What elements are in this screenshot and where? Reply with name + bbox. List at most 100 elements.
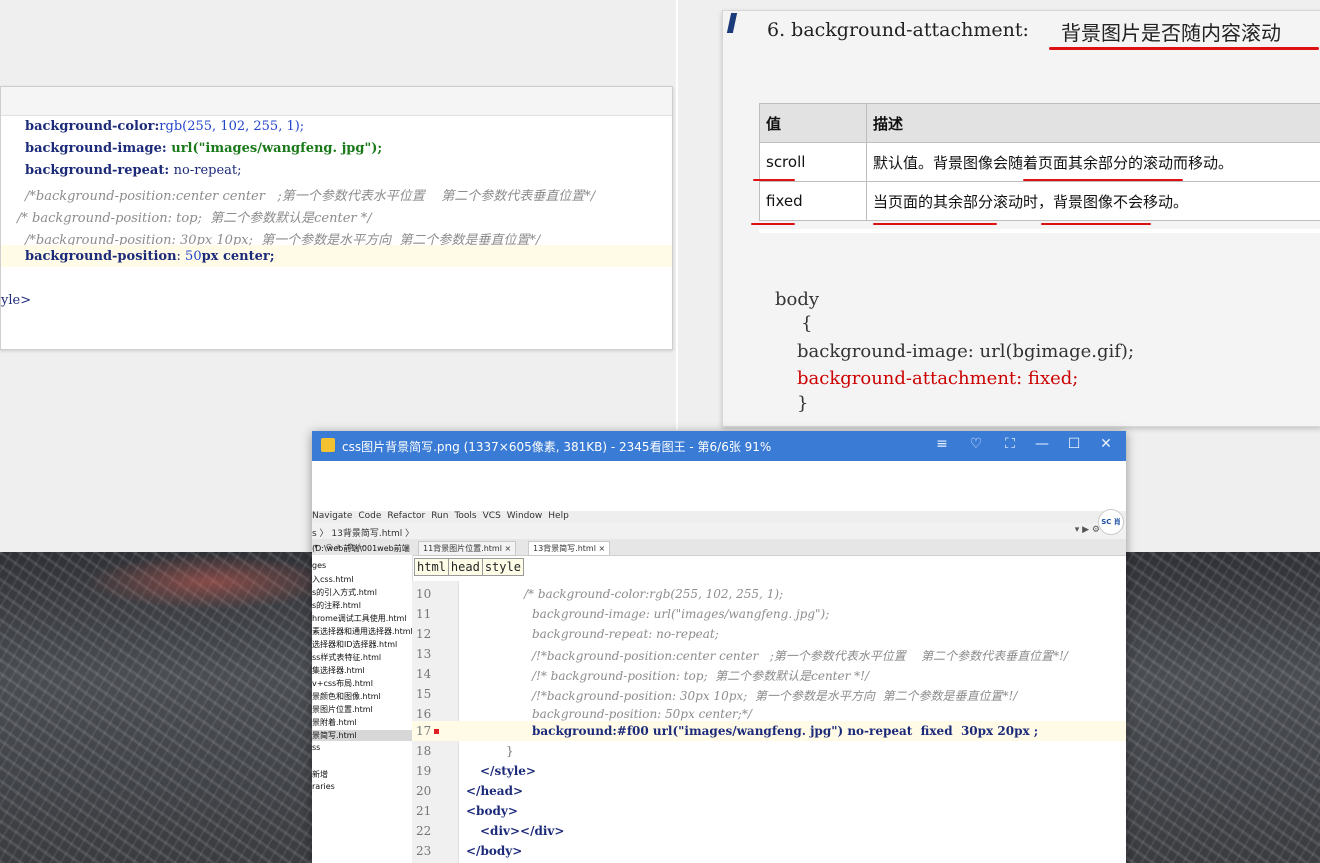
list-item[interactable]: 景附着.html [312,717,357,728]
run-controls-icon[interactable]: ▾ ▶ ⚙ [1075,525,1100,535]
skin-icon[interactable]: ♡ [966,436,986,452]
code-line: } [506,744,514,758]
breakpoint-icon[interactable] [434,729,439,734]
menu-item[interactable]: Help [548,511,569,521]
nav-bar: s 〉 13背景简写.html 〉 ▾ ▶ ⚙ SC 肖宇 [312,509,1126,550]
slide-code-line: background-attachment: fixed; [797,368,1079,389]
list-item[interactable]: hrome调试工具使用.html [312,613,407,624]
line-number: 14 [416,667,432,681]
list-item[interactable]: 集选择器.html [312,665,365,676]
menu-item[interactable]: Refactor [387,511,425,521]
slide-panel: 6. background-attachment: 背景图片是否随内容滚动 值 … [722,10,1320,427]
menu-item[interactable]: Tools [454,511,476,521]
tab-bg-position[interactable]: 11背景图片位置.html × [418,541,517,556]
avatar: SC 肖宇 [1098,509,1124,550]
code-line: background-repeat: no-repeat; [25,163,242,178]
code-line: /!*background-position:center center ;第一… [532,649,1068,663]
list-item[interactable]: 入css.html [312,574,354,585]
close-button[interactable]: ✕ [1096,436,1116,452]
code-line: /!*background-position: 30px 10px; 第一个参数… [532,689,1018,703]
table-row: scroll 默认值。背景图像会随着页面其余部分的滚动而移动。 [759,142,1320,182]
red-underline [873,223,997,225]
table-header: 描述 [866,103,1320,143]
table-cell: fixed [759,181,867,221]
red-underline [1023,179,1183,181]
menu-icon[interactable]: ≡ [932,436,952,452]
list-item[interactable]: ges [312,561,326,570]
tag-breadcrumb: html head style [414,556,524,576]
viewer-toolbar [312,461,1126,511]
editor-tabs: ▾ ⊙ ÷ ⚙· ⊢ 11背景图片位置.html × 13背景简写.html × [312,539,1126,556]
red-underline [1041,223,1151,225]
slide-bullet [726,13,738,33]
red-underline [751,223,795,225]
code-line: /* background-color:rgb(255, 102, 255, 1… [524,587,784,601]
list-item[interactable]: 素选择器和通用选择器.html [312,626,413,637]
line-number: 11 [416,607,432,621]
list-item[interactable]: raries [312,782,335,791]
list-item[interactable]: 景图片位置.html [312,704,373,715]
breadcrumb[interactable]: s 〉 13背景简写.html 〉 [312,526,414,539]
minimize-button[interactable]: — [1032,436,1052,452]
crumb-html[interactable]: html [414,558,449,576]
line-number: 13 [416,647,432,661]
code-comment: /*background-position:center center ;第一个… [25,189,596,204]
fullscreen-icon[interactable]: ⛶ [1000,436,1020,452]
red-underline [1049,47,1319,50]
crumb-head[interactable]: head [447,558,483,576]
slide-code-line: } [797,393,809,414]
line-number: 18 [416,744,432,758]
table-cutoff [759,229,1320,233]
list-item[interactable]: ss [312,743,320,752]
project-root[interactable]: (D:\web前端\001web前端 [312,543,410,554]
menu-item[interactable]: Window [507,511,543,521]
list-item[interactable]: 选择器和ID选择器.html [312,639,397,650]
table-cell: scroll [759,142,867,182]
red-underline [753,179,795,181]
list-item-selected[interactable]: 景简写.html [312,730,412,741]
code-line: <div></div> [480,824,565,838]
tab-bg-shorthand[interactable]: 13背景简写.html × [528,541,611,556]
menu-item[interactable]: Run [431,511,448,521]
list-item[interactable]: ss样式表特征.html [312,652,381,663]
menu-item[interactable]: Code [358,511,381,521]
code-line: background-repeat: no-repeat; [532,627,719,641]
list-item[interactable]: s的注释.html [312,600,361,611]
panel-header [1,87,672,116]
code-line: </style> [480,764,536,778]
list-item[interactable]: s的引入方式.html [312,587,377,598]
list-item[interactable]: 景颜色和图像.html [312,691,381,702]
line-number: 17 [416,724,432,738]
slide-code-line: background-image: url(bgimage.gif); [797,341,1135,362]
crumb-style[interactable]: style [481,558,524,576]
window-titlebar[interactable]: css图片背景简写.png (1337×605像素, 381KB) - 2345… [312,431,1126,461]
slide-code-line: { [801,313,813,334]
code-line: background-color:rgb(255, 102, 255, 1); [25,119,305,134]
table-row: fixed 当页面的其余部分滚动时，背景图像不会移动。 [759,181,1320,221]
project-tree: (D:\web前端\001web前端 ges 入css.html s的引入方式.… [312,544,413,863]
code-snippet-panel: background-color:rgb(255, 102, 255, 1); … [0,86,673,350]
table-cell: 默认值。背景图像会随着页面其余部分的滚动而移动。 [866,142,1320,182]
table-cell: 当页面的其余部分滚动时，背景图像不会移动。 [866,181,1320,221]
list-item[interactable]: 新增 [312,769,328,780]
code-line: </body> [466,844,523,858]
line-number: 16 [416,707,432,721]
code-line: <body> [466,804,518,818]
code-comment: /* background-position: top; 第二个参数默认是cen… [17,211,372,226]
line-number: 22 [416,824,432,838]
ide-menubar: Navigate Code Refactor Run Tools VCS Window Hel… [312,511,1126,523]
menu-item[interactable]: Navigate [312,511,352,521]
line-number: 10 [416,587,432,601]
list-item[interactable]: v+css布局.html [312,678,373,689]
slide-code-line: body [775,289,820,310]
code-line: background-image: url("images/wangfeng. … [25,141,383,156]
maximize-button[interactable]: ☐ [1064,436,1084,452]
line-number: 12 [416,627,432,641]
window-title: css图片背景简写.png (1337×605像素, 381KB) - 2345… [342,440,772,454]
menu-item[interactable]: VCS [483,511,501,521]
code-line-active[interactable]: background:#f00 url("images/wangfeng. jp… [532,724,1038,738]
ide-screenshot: Navigate Code Refactor Run Tools VCS Window Hel… [312,509,1126,863]
slide-title: 6. background-attachment: [767,19,1029,41]
line-number: 20 [416,784,432,798]
code-line-active[interactable]: background-position: 50px center; [25,249,275,264]
